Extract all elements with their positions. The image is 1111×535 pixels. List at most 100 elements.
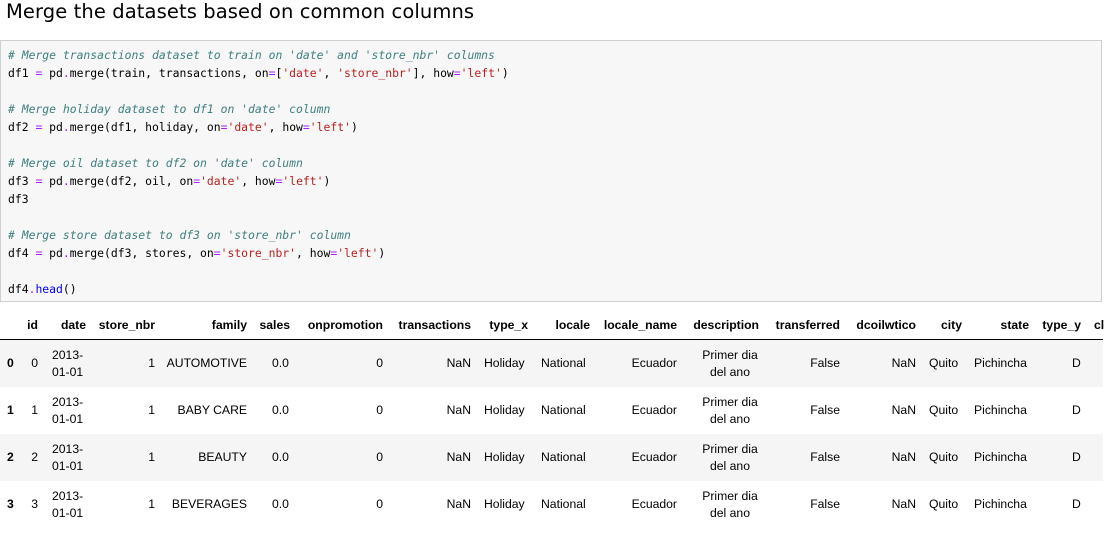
code-line: df3 = pd.merge(df2, oil, on='date', how=… bbox=[8, 172, 330, 190]
code-token: ) bbox=[350, 120, 358, 134]
column-header: locale bbox=[555, 318, 590, 332]
column-header: date bbox=[60, 318, 86, 332]
cell-date: 2013- bbox=[52, 348, 84, 362]
cell-sales: 0.0 bbox=[272, 356, 289, 370]
row-index: 0 bbox=[7, 356, 14, 370]
cell-description: Primer dia bbox=[702, 442, 758, 456]
cell-description: del ano bbox=[710, 459, 750, 473]
cell-type-y: D bbox=[1072, 497, 1081, 511]
cell-description: Primer dia bbox=[702, 348, 758, 362]
code-token: . bbox=[62, 120, 70, 134]
cell-description: del ano bbox=[710, 506, 750, 520]
cell-description: del ano bbox=[710, 365, 750, 379]
cell-transferred: False bbox=[810, 497, 840, 511]
column-header: store_nbr bbox=[98, 318, 155, 332]
cell-description: Primer dia bbox=[702, 489, 758, 503]
code-token: 'date' bbox=[200, 174, 242, 188]
cell-family: BEVERAGES bbox=[171, 497, 247, 511]
code-token: = bbox=[302, 120, 310, 134]
code-token: ) bbox=[323, 174, 331, 188]
code-line: df2 = pd.merge(df1, holiday, on='date', … bbox=[8, 118, 358, 136]
code-token: df4 bbox=[8, 246, 36, 260]
column-header: onpromotion bbox=[307, 318, 383, 332]
cell-city: Quito bbox=[929, 497, 959, 511]
code-line: # Merge oil dataset to df2 on 'date' col… bbox=[8, 154, 303, 172]
code-token: df3 bbox=[8, 192, 29, 206]
cell-locale: National bbox=[541, 497, 586, 511]
code-token: , bbox=[323, 66, 338, 80]
cell-locale: National bbox=[541, 356, 586, 370]
column-header: dcoilwtico bbox=[856, 318, 916, 332]
code-token: df2 bbox=[8, 120, 36, 134]
column-header: transferred bbox=[775, 318, 840, 332]
code-token: merge(df1, holiday, on bbox=[69, 120, 221, 134]
code-line: # Merge holiday dataset to df1 on 'date'… bbox=[8, 100, 330, 118]
code-token: pd bbox=[42, 246, 63, 260]
code-token: merge(df3, stores, on bbox=[69, 246, 214, 260]
cell-family: BABY CARE bbox=[177, 403, 247, 417]
code-token: = bbox=[213, 246, 221, 260]
cell-type-y: D bbox=[1072, 450, 1081, 464]
cell-sales: 0.0 bbox=[272, 450, 289, 464]
code-token: pd bbox=[42, 66, 63, 80]
cell-sales: 0.0 bbox=[272, 403, 289, 417]
cell-sales: 0.0 bbox=[272, 497, 289, 511]
cell-date: 2013- bbox=[52, 489, 84, 503]
code-token: 'store_nbr' bbox=[337, 66, 413, 80]
code-token: df4 bbox=[8, 282, 29, 296]
cell-dcoilwtico: NaN bbox=[891, 450, 916, 464]
cell-locale-name: Ecuador bbox=[631, 356, 677, 370]
cell-transactions: NaN bbox=[446, 497, 471, 511]
code-cell[interactable]: # Merge transactions dataset to train on… bbox=[0, 40, 1102, 302]
code-token: = bbox=[453, 66, 461, 80]
cell-transactions: NaN bbox=[446, 403, 471, 417]
column-header: description bbox=[693, 318, 759, 332]
cell-locale-name: Ecuador bbox=[631, 403, 677, 417]
code-token: 'left' bbox=[309, 120, 351, 134]
code-token: . bbox=[62, 246, 70, 260]
code-token: , how bbox=[268, 120, 303, 134]
code-token: . bbox=[62, 66, 70, 80]
cell-onpromotion: 0 bbox=[376, 450, 383, 464]
cell-dcoilwtico: NaN bbox=[891, 403, 916, 417]
row-index: 2 bbox=[7, 450, 14, 464]
cell-type-y: D bbox=[1072, 356, 1081, 370]
column-header: state bbox=[1000, 318, 1029, 332]
cell-dcoilwtico: NaN bbox=[891, 497, 916, 511]
cell-dcoilwtico: NaN bbox=[891, 356, 916, 370]
cell-city: Quito bbox=[929, 403, 959, 417]
cell-locale-name: Ecuador bbox=[631, 497, 677, 511]
cell-onpromotion: 0 bbox=[376, 497, 383, 511]
cell-id: 2 bbox=[31, 450, 38, 464]
column-header: sales bbox=[259, 318, 291, 332]
cell-locale: National bbox=[541, 403, 586, 417]
cell-store-nbr: 1 bbox=[148, 497, 155, 511]
code-token: df1 bbox=[8, 66, 36, 80]
cell-type-y: D bbox=[1072, 403, 1081, 417]
cell-onpromotion: 0 bbox=[376, 356, 383, 370]
code-token: 'date' bbox=[282, 66, 324, 80]
cell-id: 3 bbox=[31, 497, 38, 511]
code-line: # Merge store dataset to df3 on 'store_n… bbox=[8, 226, 351, 244]
cell-date: 2013- bbox=[52, 442, 84, 456]
code-token: head bbox=[35, 282, 63, 296]
code-token: () bbox=[62, 282, 77, 296]
cell-locale-name: Ecuador bbox=[631, 450, 677, 464]
column-header: cl bbox=[1094, 318, 1105, 332]
code-token: ) bbox=[501, 66, 509, 80]
code-token: 'left' bbox=[337, 246, 379, 260]
code-token: pd bbox=[42, 120, 63, 134]
cell-store-nbr: 1 bbox=[148, 450, 155, 464]
cell-transactions: NaN bbox=[446, 356, 471, 370]
code-token: 'left' bbox=[460, 66, 502, 80]
column-header: type_y bbox=[1042, 318, 1081, 332]
code-token: df3 bbox=[8, 174, 36, 188]
code-token: merge(df2, oil, on bbox=[69, 174, 194, 188]
column-header: city bbox=[940, 318, 962, 332]
code-token: , how bbox=[241, 174, 276, 188]
code-token: merge(train, transactions, on bbox=[69, 66, 269, 80]
cell-date: 01-01 bbox=[52, 365, 84, 379]
section-heading: Merge the datasets based on common colum… bbox=[6, 0, 475, 23]
cell-state: Pichincha bbox=[974, 403, 1027, 417]
cell-description: del ano bbox=[710, 412, 750, 426]
